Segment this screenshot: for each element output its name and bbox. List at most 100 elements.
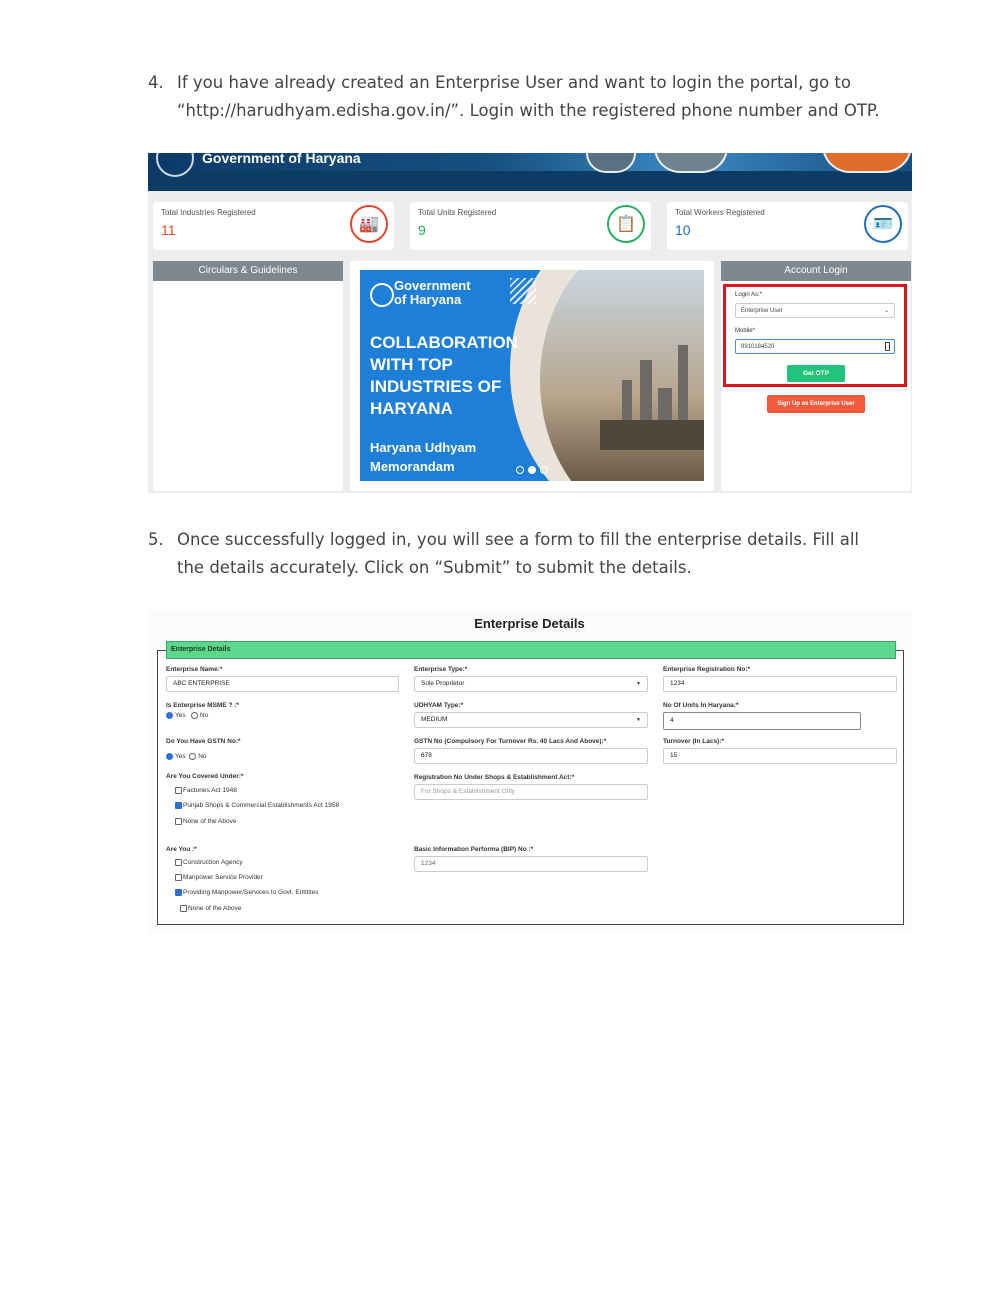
carousel-subtitle-line2: Memorandam bbox=[370, 459, 455, 474]
chevron-down-icon: ⌄ bbox=[883, 308, 889, 314]
carousel-gov-line1: Government bbox=[394, 278, 471, 293]
units-label: No Of Units In Haryana:* bbox=[663, 702, 739, 709]
phone-icon bbox=[885, 342, 890, 351]
checkbox[interactable] bbox=[175, 787, 182, 794]
are-you-option-label: Providing Manpower/Services to Govt. Ent… bbox=[183, 889, 319, 896]
enterprise-type-select[interactable]: Sole Proprietor bbox=[414, 676, 648, 692]
portal-login-screenshot: Government of Haryana Total Industries R… bbox=[148, 153, 912, 493]
bip-label: Basic Information Performa (BIP) No :* bbox=[414, 846, 534, 853]
shops-reg-label: Registration No Under Shops & Establishm… bbox=[414, 774, 575, 781]
enterprise-type-label: Enterprise Type:* bbox=[414, 666, 468, 673]
gstn-input[interactable]: 678 bbox=[414, 748, 648, 764]
stat-value: 9 bbox=[418, 222, 426, 238]
circulars-title: Circulars & Guidelines bbox=[153, 261, 343, 281]
are-you-option-label: Construction Agency bbox=[183, 859, 243, 866]
carousel-gov-line2: of Haryana bbox=[394, 292, 462, 307]
enterprise-name-label: Enterprise Name:* bbox=[166, 666, 223, 673]
certificate-icon: 📋 bbox=[607, 205, 645, 243]
mobile-input[interactable]: 9910184520 bbox=[735, 339, 895, 354]
gstn-no-radio[interactable] bbox=[189, 753, 197, 760]
carousel-subtitle-line1: Haryana Udhyam bbox=[370, 440, 477, 455]
stat-value: 10 bbox=[675, 222, 691, 238]
step-number: 5. bbox=[148, 530, 164, 549]
udhyam-type-select[interactable]: MEDIUM bbox=[414, 712, 648, 728]
covered-option-label: Factories Act 1948 bbox=[183, 787, 237, 794]
worker-id-icon: 🪪 bbox=[864, 205, 902, 243]
covered-option: None of the Above bbox=[175, 818, 237, 825]
stat-label: Total Workers Registered bbox=[675, 208, 765, 217]
gstn-radio-group: Yes No bbox=[166, 753, 207, 760]
msme-yes-radio[interactable] bbox=[166, 712, 173, 719]
covered-under-label: Are You Covered Under:* bbox=[166, 773, 244, 780]
stat-card-industries: Total Industries Registered 11 🏭 bbox=[153, 202, 394, 250]
turnover-input[interactable]: 15 bbox=[663, 748, 897, 764]
promo-carousel[interactable]: Government of Haryana COLLABORATION WITH… bbox=[360, 270, 704, 481]
covered-option-label: Punjab Shops & Commercial Establishments… bbox=[183, 802, 340, 809]
units-input[interactable]: 4 bbox=[663, 712, 861, 730]
factory-icon: 🏭 bbox=[350, 205, 388, 243]
checkbox[interactable] bbox=[175, 889, 182, 896]
carousel-dots bbox=[516, 466, 548, 474]
msme-label: Is Enterprise MSME ? :* bbox=[166, 702, 239, 709]
enterprise-name-input[interactable]: ABC ENTERPRISE bbox=[166, 676, 399, 692]
login-as-label: Login As:* bbox=[735, 292, 763, 298]
are-you-label: Are You :* bbox=[166, 846, 197, 853]
checkbox[interactable] bbox=[180, 905, 187, 912]
gstn-no-label: No bbox=[198, 753, 207, 761]
carousel-dot[interactable] bbox=[540, 466, 548, 474]
are-you-option-label: Manpower Service Provider bbox=[183, 874, 263, 881]
banner-photo bbox=[586, 153, 636, 173]
checkbox[interactable] bbox=[175, 859, 182, 866]
covered-option: Factories Act 1948 bbox=[175, 787, 237, 794]
stat-label: Total Units Registered bbox=[418, 208, 497, 217]
reg-no-input[interactable]: 1234 bbox=[663, 676, 897, 692]
turnover-label: Turnover (In Lacs):* bbox=[663, 738, 724, 745]
msme-yes-label: Yes bbox=[175, 712, 186, 720]
checkbox[interactable] bbox=[175, 818, 182, 825]
checkbox[interactable] bbox=[175, 874, 182, 881]
stat-card-workers: Total Workers Registered 10 🪪 bbox=[667, 202, 908, 250]
checkbox[interactable] bbox=[175, 802, 182, 809]
carousel-headline: COLLABORATION WITH TOP INDUSTRIES OF HAR… bbox=[370, 333, 518, 418]
are-you-option: Manpower Service Provider bbox=[175, 874, 263, 881]
are-you-option: Construction Agency bbox=[175, 859, 243, 866]
are-you-option-label: None of the Above bbox=[188, 905, 242, 912]
account-login-title: Account Login bbox=[721, 261, 911, 281]
banner-photo bbox=[822, 153, 912, 173]
enterprise-form-screenshot: Enterprise Details Enterprise Details En… bbox=[148, 610, 911, 932]
haryana-logo-icon bbox=[370, 283, 394, 307]
hatch-pattern bbox=[510, 278, 536, 304]
msme-no-label: No bbox=[200, 712, 209, 720]
gstn-yes-radio[interactable] bbox=[166, 753, 173, 760]
msme-radio-group: Yes No bbox=[166, 712, 208, 719]
mobile-value: 9910184520 bbox=[741, 344, 775, 350]
gstn-question-label: Do You Have GSTN No:* bbox=[166, 738, 241, 745]
carousel-dot[interactable] bbox=[528, 466, 536, 474]
step-5: 5. Once successfully logged in, you will… bbox=[148, 526, 888, 582]
sign-up-button[interactable]: Sign Up as Enterprise User bbox=[767, 395, 865, 413]
banner-photo bbox=[654, 153, 728, 173]
bip-input[interactable]: 1234 bbox=[414, 856, 648, 872]
reg-no-label: Enterprise Registration No:* bbox=[663, 666, 751, 673]
carousel-dot[interactable] bbox=[516, 466, 524, 474]
header-banner: Government of Haryana bbox=[148, 153, 912, 191]
are-you-option: Providing Manpower/Services to Govt. Ent… bbox=[175, 889, 318, 896]
msme-no-radio[interactable] bbox=[191, 712, 199, 719]
shops-reg-input[interactable]: For Shops & Establishment Only bbox=[414, 784, 648, 800]
udhyam-type-label: UDHYAM Type:* bbox=[414, 702, 464, 709]
section-header: Enterprise Details bbox=[166, 641, 896, 659]
covered-option: Punjab Shops & Commercial Establishments… bbox=[175, 802, 339, 809]
stat-card-units: Total Units Registered 9 📋 bbox=[410, 202, 651, 250]
gstn-yes-label: Yes bbox=[175, 753, 186, 761]
circulars-panel: Circulars & Guidelines bbox=[153, 261, 343, 491]
gstn-label: GSTN No (Compulsory For Turnover Rs. 40 … bbox=[414, 738, 607, 745]
header-title: Government of Haryana bbox=[202, 153, 361, 166]
mobile-label: Mobile* bbox=[735, 328, 756, 334]
login-as-select[interactable]: Enterprise User ⌄ bbox=[735, 303, 895, 318]
covered-option-label: None of the Above bbox=[183, 818, 237, 825]
stat-value: 11 bbox=[161, 222, 176, 238]
login-as-value: Enterprise User bbox=[741, 308, 783, 314]
get-otp-button[interactable]: Get OTP bbox=[787, 365, 845, 382]
stat-label: Total Industries Registered bbox=[161, 208, 256, 217]
account-login-panel: Account Login Login As:* Enterprise User… bbox=[721, 261, 911, 491]
